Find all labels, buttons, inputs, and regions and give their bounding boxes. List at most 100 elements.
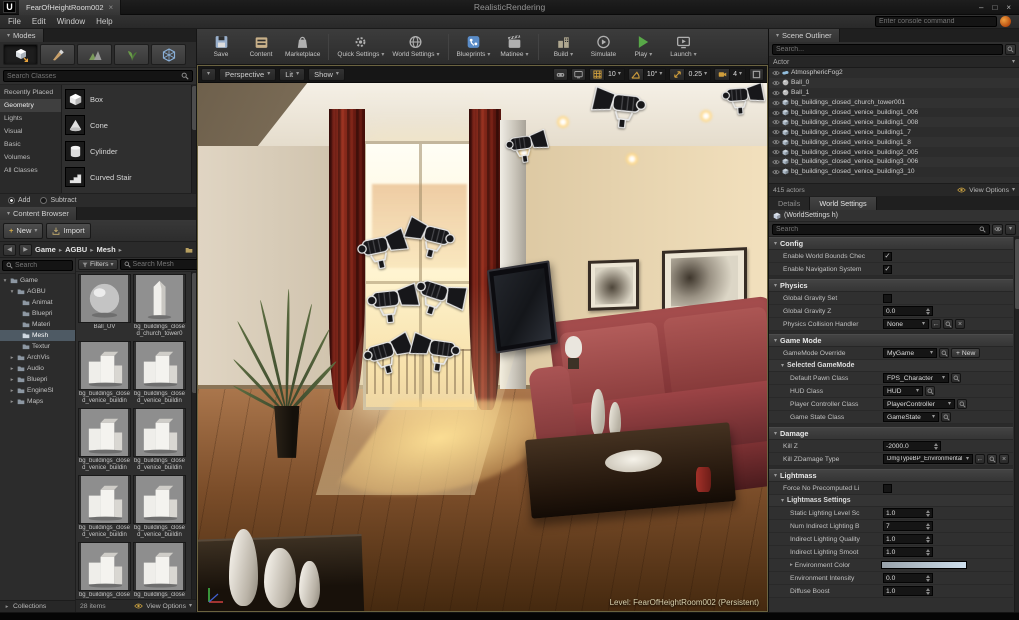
viewport[interactable]: ▾ Perspective▾ Lit▾ Show▾ 10▾ 10°▾ 0.25▾ [197, 65, 768, 612]
asset-venice-building[interactable]: bg_buildings_closed_venice_buildin [133, 475, 186, 540]
placeable-box[interactable]: Box [65, 86, 190, 112]
browse-button[interactable] [987, 454, 997, 464]
actor-row[interactable]: bg_buildings_closed_venice_building3_10 [769, 167, 1019, 177]
placeable-cylinder[interactable]: Cylinder [65, 138, 190, 164]
asset-venice-building[interactable]: bg_buildings_closed_venice_buildin [133, 542, 186, 599]
category-lights[interactable]: Lights [0, 112, 61, 125]
close-tab-icon[interactable]: × [109, 3, 114, 12]
section-lightmass[interactable]: ▾Lightmass [769, 469, 1013, 482]
number-field[interactable]: 1.0 [883, 586, 933, 596]
browse-button[interactable] [939, 348, 949, 358]
spinner[interactable] [926, 308, 930, 315]
visibility-eye-icon[interactable] [772, 90, 780, 96]
spotlight-actor[interactable] [720, 83, 766, 120]
actor-row[interactable]: bg_buildings_closed_venice_building1_006 [769, 108, 1019, 118]
actor-row[interactable]: bg_buildings_closed_venice_building1_7 [769, 127, 1019, 137]
viewport-scene[interactable]: Level: FearOfHeightRoom002 (Persistent) [198, 83, 767, 611]
play-button[interactable]: Play▾ [623, 31, 663, 63]
chevron-down-icon[interactable]: ▾ [1012, 59, 1015, 65]
checkbox[interactable] [883, 294, 892, 303]
visibility-eye-icon[interactable] [772, 159, 780, 165]
forward-button[interactable]: ▶ [19, 244, 32, 256]
number-field[interactable]: 0.0 [883, 306, 933, 316]
folder-agbu[interactable]: ▾AGBU [0, 286, 75, 297]
browse-button[interactable] [957, 399, 967, 409]
outliner-search-input[interactable] [776, 46, 999, 53]
mode-geometry-button[interactable] [151, 44, 186, 65]
category-basic[interactable]: Basic [0, 138, 61, 151]
folder-materials[interactable]: Materi [0, 319, 75, 330]
details-eye-button[interactable] [992, 224, 1003, 235]
tab-details[interactable]: Details [769, 197, 810, 210]
browse-button[interactable] [925, 386, 935, 396]
spinner[interactable] [934, 443, 938, 450]
filters-button[interactable]: Filters ▾ [78, 259, 118, 270]
number-field[interactable]: 1.0 [883, 534, 933, 544]
details-search-input[interactable] [776, 226, 977, 233]
asset-ball-uv[interactable]: Ball_UV [78, 274, 131, 339]
folder-maps[interactable]: ▸Maps [0, 396, 75, 407]
grid-snap-control[interactable]: 10▾ [589, 68, 625, 81]
class-dropdown[interactable]: HUD▾ [883, 386, 923, 396]
simulate-button[interactable]: Simulate [583, 31, 623, 63]
checkbox[interactable]: ✓ [883, 252, 892, 261]
class-dropdown[interactable]: None▾ [883, 319, 929, 329]
spinner[interactable] [926, 588, 930, 595]
number-field[interactable]: 7 [883, 521, 933, 531]
build-button[interactable]: Build▾ [543, 31, 583, 63]
section-game-mode[interactable]: ▾Game Mode [769, 334, 1013, 347]
clear-button[interactable]: × [955, 319, 965, 329]
asset-venice-building[interactable]: bg_buildings_closed_venice_buildin [78, 542, 131, 599]
details-scrollbar[interactable] [1014, 237, 1019, 612]
gamemode-dropdown[interactable]: MyGame▾ [883, 348, 937, 358]
checkbox[interactable] [883, 484, 892, 493]
visibility-eye-icon[interactable] [772, 100, 780, 106]
modes-panel-tab[interactable]: ▾ Modes [0, 29, 44, 42]
visibility-eye-icon[interactable] [772, 129, 780, 135]
quick-settings-button[interactable]: Quick Settings▾ [333, 31, 388, 63]
camera-speed-control[interactable]: 4▾ [714, 68, 746, 81]
scene-outliner-tab[interactable]: ▾ Scene Outliner [769, 29, 840, 42]
tab-world-settings[interactable]: World Settings [810, 197, 876, 210]
browse-button[interactable] [943, 319, 953, 329]
outliner-search-button[interactable] [1005, 44, 1016, 55]
number-field[interactable]: -2000.0 [883, 441, 941, 451]
environment-color-swatch[interactable] [881, 561, 967, 569]
breadcrumb-agbu[interactable]: AGBU [65, 245, 87, 254]
menu-help[interactable]: Help [96, 17, 112, 26]
modes-scrollbar[interactable] [191, 85, 196, 193]
folder-textures[interactable]: Textur [0, 341, 75, 352]
breadcrumb-game[interactable]: Game [35, 245, 56, 254]
asset-venice-building[interactable]: bg_buildings_closed_venice_buildin [133, 341, 186, 406]
actor-row[interactable]: Ball_0 [769, 78, 1019, 88]
mode-paint-button[interactable] [40, 44, 75, 65]
spinner[interactable] [926, 523, 930, 530]
category-volumes[interactable]: Volumes [0, 151, 61, 164]
folder-search[interactable] [2, 260, 73, 271]
placeable-cone[interactable]: Cone [65, 112, 190, 138]
modes-search[interactable] [3, 70, 193, 82]
actor-row[interactable]: bg_buildings_closed_venice_building2_005 [769, 147, 1019, 157]
menu-file[interactable]: File [8, 17, 21, 26]
folder-blueprints[interactable]: Bluepri [0, 308, 75, 319]
folder-animations[interactable]: Animat [0, 297, 75, 308]
section-physics[interactable]: ▾Physics [769, 279, 1013, 292]
outliner-view-options[interactable]: View Options ▾ [957, 187, 1015, 194]
actor-row[interactable]: AtmosphericFog2 [769, 68, 1019, 78]
folder-game[interactable]: ▾Game [0, 275, 75, 286]
console-input[interactable] [879, 18, 993, 25]
console-command-input[interactable] [875, 16, 997, 27]
maximize-viewport-icon[interactable] [749, 68, 764, 81]
number-field[interactable]: 1.0 [883, 508, 933, 518]
actor-row[interactable]: bg_buildings_closed_venice_building1_008 [769, 117, 1019, 127]
number-field[interactable]: 0.0 [883, 573, 933, 583]
new-asset-button[interactable]: + New ▾ [3, 223, 43, 239]
checkbox[interactable]: ✓ [883, 265, 892, 274]
details-search[interactable] [772, 224, 990, 235]
placeable-curved-stair[interactable]: Curved Stair [65, 164, 190, 190]
menu-edit[interactable]: Edit [32, 17, 46, 26]
level-document-tab[interactable]: FearOfHeightRoom002 × [19, 0, 121, 15]
spotlight-actor[interactable] [503, 128, 552, 170]
back-button[interactable]: ◀ [3, 244, 16, 256]
class-dropdown[interactable]: FPS_Character▾ [883, 373, 949, 383]
